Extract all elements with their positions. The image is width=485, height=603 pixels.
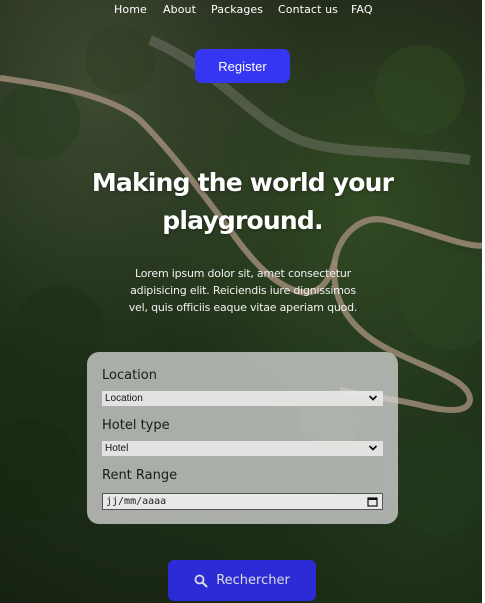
chevron-down-icon [368, 395, 378, 401]
register-button[interactable]: Register [195, 49, 290, 83]
search-button-label: Rechercher [216, 573, 290, 588]
search-button[interactable]: Rechercher [168, 560, 316, 601]
calendar-icon[interactable] [367, 496, 378, 507]
hero-description-line1: Lorem ipsum dolor sit, amet consectetur [135, 267, 351, 280]
search-icon [194, 574, 208, 587]
location-select[interactable]: Location [102, 391, 383, 406]
location-select-value: Location [105, 393, 143, 404]
hero-title: Making the world your playground. [60, 164, 425, 240]
hero-description-line3: vel, quis officiis eaque vitae aperiam q… [128, 301, 358, 314]
nav-home-link[interactable]: Home [114, 3, 147, 16]
nav-faq-link[interactable]: FAQ [351, 3, 373, 16]
hero-title-line1: Making the world your [91, 168, 394, 197]
hero-title-line2: playground. [162, 206, 323, 235]
hotel-type-label: Hotel type [102, 418, 170, 433]
search-form-card: Location Location Hotel type Hotel Rent … [87, 352, 398, 524]
rent-range-date-input[interactable]: jj/mm/aaaa [102, 493, 383, 510]
location-label: Location [102, 368, 157, 383]
nav-contact-link[interactable]: Contact us [278, 3, 338, 16]
hotel-type-select[interactable]: Hotel [102, 441, 383, 456]
hero-description: Lorem ipsum dolor sit, amet consectetur … [112, 265, 374, 316]
hotel-type-select-value: Hotel [105, 443, 129, 454]
rent-range-label: Rent Range [102, 468, 178, 483]
hero-description-line2: adipisicing elit. Reiciendis iure dignis… [130, 284, 356, 297]
nav-about-link[interactable]: About [163, 3, 196, 16]
chevron-down-icon [368, 445, 378, 451]
rent-range-placeholder: jj/mm/aaaa [106, 496, 167, 507]
nav-packages-link[interactable]: Packages [211, 3, 263, 16]
